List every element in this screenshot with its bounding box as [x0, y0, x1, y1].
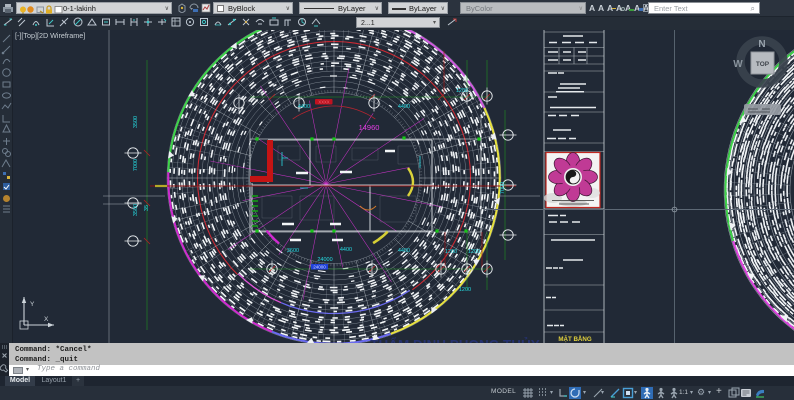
svg-text:4400: 4400: [298, 104, 310, 110]
svg-text:XXXX: XXXX: [318, 100, 329, 105]
svg-text:35: 35: [144, 205, 150, 211]
svg-text:4400: 4400: [398, 248, 410, 254]
svg-text:TOP: TOP: [756, 61, 770, 68]
svg-text:MẶT BẰNG: MẶT BẰNG: [558, 335, 592, 343]
svg-text:W: W: [733, 59, 743, 70]
svg-text:4400: 4400: [398, 104, 410, 110]
svg-text:4400: 4400: [340, 247, 352, 253]
svg-text:[-][Top][2D Wireframe]: [-][Top][2D Wireframe]: [15, 31, 85, 40]
svg-text:1200: 1200: [468, 249, 480, 255]
svg-text:7000: 7000: [133, 159, 139, 171]
svg-text:3600: 3600: [287, 248, 299, 254]
svg-text:14960: 14960: [359, 123, 380, 132]
svg-text:Y: Y: [30, 301, 35, 308]
svg-text:7000: 7000: [500, 182, 506, 194]
svg-text:24000: 24000: [317, 257, 332, 263]
svg-text:3500: 3500: [133, 116, 139, 128]
svg-text:1200: 1200: [456, 88, 468, 94]
svg-text:1200: 1200: [445, 249, 457, 255]
svg-text:1200: 1200: [459, 287, 471, 293]
svg-text:X: X: [44, 316, 49, 323]
svg-text:N: N: [758, 39, 765, 50]
svg-text:3500: 3500: [133, 204, 139, 216]
svg-text:24000: 24000: [313, 265, 326, 270]
